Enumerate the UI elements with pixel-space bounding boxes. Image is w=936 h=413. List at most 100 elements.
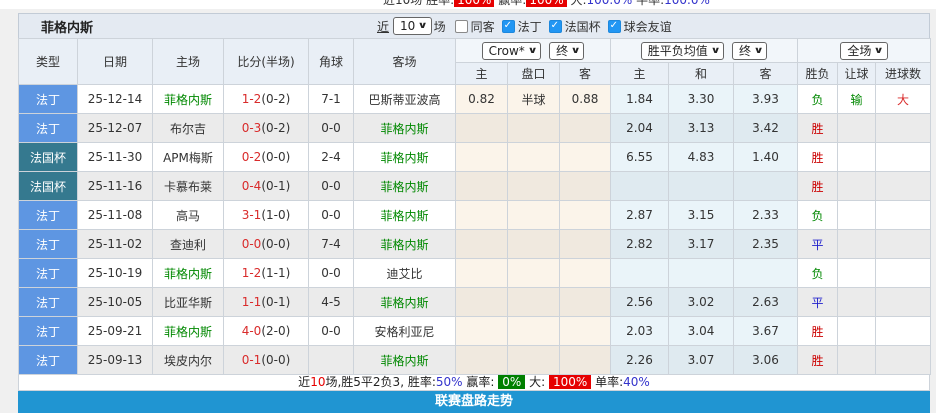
avg-home-odds-cell: 2.56 xyxy=(610,287,670,317)
checkbox-icon[interactable] xyxy=(501,19,515,33)
home-team-link[interactable]: 菲格内斯 xyxy=(152,84,224,114)
home-team-link[interactable]: 布尔吉 xyxy=(152,113,224,143)
crow-away-odds-cell xyxy=(558,113,612,143)
home-team-link[interactable]: 埃皮内尔 xyxy=(152,345,224,375)
away-team-link[interactable]: 迪艾比 xyxy=(353,258,456,288)
col-header-goals: 进球数 xyxy=(875,62,932,85)
competition-badge[interactable]: 法丁 xyxy=(19,346,77,374)
odds-company-value: Crow* xyxy=(488,43,525,58)
crow-handicap-line-cell xyxy=(507,113,560,143)
handicap-result-cell xyxy=(837,142,877,172)
away-team-link[interactable]: 菲格内斯 xyxy=(353,171,456,201)
competition-badge[interactable]: 法丁 xyxy=(19,288,77,316)
home-team-link[interactable]: 菲格内斯 xyxy=(152,258,224,288)
goals-over-under-cell xyxy=(875,258,932,288)
filter-checkbox-ligue[interactable]: 法丁 xyxy=(501,18,542,35)
checkbox-icon[interactable] xyxy=(607,19,621,33)
result-cell: 胜 xyxy=(797,142,839,172)
home-team-link[interactable]: 菲格内斯 xyxy=(152,316,224,346)
summary-profit-label: 赢率: xyxy=(462,375,499,389)
halftime-score: (1-1) xyxy=(261,266,291,280)
competition-badge[interactable]: 法丁 xyxy=(19,230,77,258)
competition-badge[interactable]: 法国杯 xyxy=(19,172,77,200)
handicap-time-select[interactable]: 终 ∨ xyxy=(549,41,585,60)
scope-select[interactable]: 全场 ∨ xyxy=(840,41,888,60)
filter-checkbox-same-away[interactable]: 同客 xyxy=(454,18,495,35)
halftime-score: (0-1) xyxy=(261,295,291,309)
col-header-result: 胜负 xyxy=(797,62,839,85)
avg-away-odds-cell: 3.93 xyxy=(733,84,799,114)
home-team-link[interactable]: 查迪利 xyxy=(152,229,224,259)
competition-badge[interactable]: 法丁 xyxy=(19,201,77,229)
avg-away-odds-cell: 3.67 xyxy=(733,316,799,346)
competition-badge[interactable]: 法丁 xyxy=(19,259,77,287)
crow-away-odds-cell: 0.88 xyxy=(558,84,612,114)
crow-home-odds-cell xyxy=(455,258,508,288)
home-team-link[interactable]: 高马 xyxy=(152,200,224,230)
avg-away-odds-cell: 2.33 xyxy=(733,200,799,230)
home-team-link[interactable]: APM梅斯 xyxy=(152,142,224,172)
goals-over-under-cell xyxy=(875,229,932,259)
filter-checkbox-friendly[interactable]: 球会友谊 xyxy=(607,18,672,35)
checkbox-icon[interactable] xyxy=(454,19,468,33)
halftime-score: (0-0) xyxy=(261,237,291,251)
crow-away-odds-cell xyxy=(558,171,612,201)
col-header-home: 主场 xyxy=(152,38,224,85)
competition-badge[interactable]: 法国杯 xyxy=(19,143,77,171)
top-stats-text: 近10场 胜率: 100% 赢率: 100% 大:100.0% 半率:100.0% xyxy=(383,0,710,7)
competition-badge[interactable]: 法丁 xyxy=(19,317,77,345)
handicap-time-value: 终 xyxy=(556,44,569,58)
table-row: 法丁 25-11-02 查迪利 0-0(0-0) 7-4 菲格内斯 2.82 3.17 2.35… xyxy=(18,229,932,259)
col-header-type: 类型 xyxy=(18,38,78,85)
home-team-link[interactable]: 比亚华斯 xyxy=(152,287,224,317)
competition-badge[interactable]: 法丁 xyxy=(19,85,77,113)
score-cell: 0-1(0-0) xyxy=(223,345,309,375)
goals-over-under-cell xyxy=(875,142,932,172)
avg-away-odds-cell: 3.06 xyxy=(733,345,799,375)
handicap-result-cell xyxy=(837,345,877,375)
table-row: 法丁 25-10-05 比亚华斯 1-1(0-1) 4-5 菲格内斯 2.56 3.02 2.6… xyxy=(18,287,932,317)
away-team-link[interactable]: 菲格内斯 xyxy=(353,113,456,143)
checkbox-icon[interactable] xyxy=(548,19,562,33)
crow-handicap-line-cell xyxy=(507,316,560,346)
average-odds-group-header: 胜平负均值 ∨ 终 ∨ xyxy=(610,38,799,63)
crow-home-odds-cell xyxy=(455,113,508,143)
top-stats-mid: 赢率: xyxy=(494,0,527,7)
competition-badge[interactable]: 法丁 xyxy=(19,114,77,142)
away-team-link[interactable]: 菲格内斯 xyxy=(353,200,456,230)
away-team-link[interactable]: 菲格内斯 xyxy=(353,142,456,172)
filter-checkbox-cup[interactable]: 法国杯 xyxy=(548,18,601,35)
type-cell: 法丁 xyxy=(18,258,78,288)
recent-games-link[interactable]: 近 xyxy=(377,18,389,35)
home-team-link[interactable]: 卡慕布莱 xyxy=(152,171,224,201)
halftime-score: (2-0) xyxy=(261,324,291,338)
average-odds-value: 胜平负均值 xyxy=(647,44,708,58)
goals-over-under-cell xyxy=(875,287,932,317)
top-stats-profit-badge: 100% xyxy=(526,0,567,7)
halftime-score: (0-1) xyxy=(261,179,291,193)
date-cell: 25-11-16 xyxy=(77,171,153,201)
average-odds-select[interactable]: 胜平负均值 ∨ xyxy=(640,41,725,60)
odds-company-select[interactable]: Crow* ∨ xyxy=(481,41,542,60)
avg-home-odds-cell: 2.03 xyxy=(610,316,670,346)
checkbox-label: 同客 xyxy=(470,19,495,34)
table-row: 法丁 25-11-08 高马 3-1(1-0) 0-0 菲格内斯 2.87 3.15 2.33 负 xyxy=(18,200,932,230)
away-team-link[interactable]: 安格利亚尼 xyxy=(353,316,456,346)
away-team-link[interactable]: 巴斯蒂亚波高 xyxy=(353,84,456,114)
avg-draw-odds-cell xyxy=(668,171,735,201)
avg-draw-odds-cell: 3.02 xyxy=(668,287,735,317)
crow-home-odds-cell xyxy=(455,171,508,201)
handicap-odds-group-header: Crow* ∨ 终 ∨ xyxy=(454,38,612,63)
top-stats-strip: 近10场 胜率: 100% 赢率: 100% 大:100.0% 半率:100.0% xyxy=(0,0,936,9)
handicap-result-cell xyxy=(837,258,877,288)
games-count-select[interactable]: 10 ∨ xyxy=(393,17,432,35)
result-cell: 平 xyxy=(797,287,839,317)
games-count-value: 10 xyxy=(400,19,416,33)
result-group-header: 全场 ∨ xyxy=(797,38,932,63)
away-team-link[interactable]: 菲格内斯 xyxy=(353,287,456,317)
crow-home-odds-cell: 0.82 xyxy=(455,84,508,114)
average-time-select[interactable]: 终 ∨ xyxy=(732,41,768,60)
away-team-link[interactable]: 菲格内斯 xyxy=(353,229,456,259)
type-cell: 法国杯 xyxy=(18,171,78,201)
away-team-link[interactable]: 菲格内斯 xyxy=(353,345,456,375)
